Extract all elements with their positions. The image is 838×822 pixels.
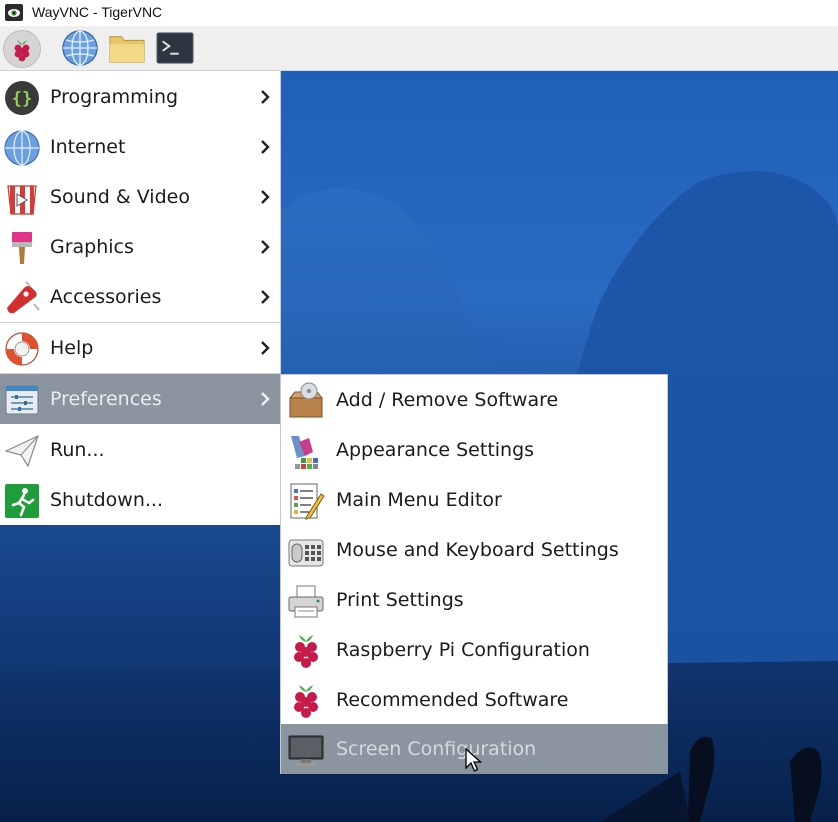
submenu-item-label: Recommended Software: [336, 689, 569, 711]
accessories-icon: [7, 281, 40, 314]
chevron-right-icon: [261, 341, 270, 355]
monitor-icon: [288, 735, 324, 766]
sound-video-icon: [7, 185, 37, 215]
submenu-item-add-remove-software[interactable]: Add / Remove Software: [281, 375, 668, 425]
package-icon: [288, 382, 324, 418]
menu-item-label: Preferences: [50, 388, 162, 410]
submenu-item-main-menu-editor[interactable]: Main Menu Editor: [281, 475, 668, 525]
menu-item-label: Accessories: [50, 286, 162, 308]
menu-item-label: Graphics: [50, 236, 134, 258]
chevron-right-icon: [261, 290, 270, 304]
paper-plane-icon: [4, 434, 40, 468]
submenu-item-appearance-settings[interactable]: Appearance Settings: [281, 425, 668, 475]
submenu-item-raspberry-pi-configuration[interactable]: Raspberry Pi Configuration: [281, 625, 668, 675]
menu-item-preferences[interactable]: Preferences: [0, 374, 280, 424]
mouse-keyboard-icon: [288, 539, 324, 567]
taskbar-panel: [0, 26, 838, 71]
window-title: WayVNC - TigerVNC: [32, 4, 163, 20]
chevron-right-icon: [261, 90, 270, 104]
menu-item-label: Shutdown...: [50, 489, 163, 511]
printer-icon: [288, 585, 324, 618]
menu-item-label: Internet: [50, 136, 126, 158]
submenu-item-label: Raspberry Pi Configuration: [336, 639, 590, 661]
window-titlebar: WayVNC - TigerVNC: [0, 0, 838, 26]
submenu-item-label: Appearance Settings: [336, 439, 535, 461]
menu-item-label: Programming: [50, 86, 179, 108]
submenu-item-label: Add / Remove Software: [336, 389, 559, 411]
submenu-item-mouse-keyboard-settings[interactable]: Mouse and Keyboard Settings: [281, 525, 668, 575]
mouse-cursor-icon: [465, 748, 483, 772]
exit-icon: [5, 484, 39, 518]
menu-item-shutdown[interactable]: Shutdown...: [0, 475, 280, 525]
main-menu: {} Programming Internet Sound & Video Gr…: [0, 71, 281, 525]
submenu-item-print-settings[interactable]: Print Settings: [281, 575, 668, 625]
menu-item-accessories[interactable]: Accessories: [0, 272, 280, 322]
menu-editor-icon: [290, 483, 325, 520]
menu-item-internet[interactable]: Internet: [0, 122, 280, 172]
preferences-submenu: Add / Remove Software Appearance Setting…: [280, 374, 668, 774]
chevron-right-icon: [261, 240, 270, 254]
menu-item-programming[interactable]: {} Programming: [0, 72, 280, 122]
programming-icon: {}: [5, 81, 39, 115]
file-manager-launcher[interactable]: [108, 29, 146, 67]
tigervnc-icon: [5, 4, 23, 21]
submenu-item-recommended-software[interactable]: Recommended Software: [281, 675, 668, 725]
appearance-icon: [291, 436, 318, 469]
chevron-right-icon: [261, 392, 270, 406]
folder-icon: [109, 36, 145, 63]
submenu-item-label: Screen Configuration: [336, 738, 537, 760]
chevron-right-icon: [261, 140, 270, 154]
raspberry-icon: [294, 685, 318, 718]
globe-icon: [62, 30, 98, 66]
svg-text:{}: {}: [12, 89, 32, 109]
submenu-item-label: Print Settings: [336, 589, 464, 611]
web-browser-launcher[interactable]: [61, 29, 99, 67]
menu-item-graphics[interactable]: Graphics: [0, 222, 280, 272]
terminal-launcher[interactable]: [156, 29, 194, 67]
terminal-icon: [156, 32, 194, 64]
menu-item-label: Sound & Video: [50, 186, 190, 208]
menu-item-sound-video[interactable]: Sound & Video: [0, 172, 280, 222]
preferences-icon: [5, 385, 39, 415]
raspberry-icon: [294, 635, 318, 668]
submenu-item-label: Main Menu Editor: [336, 489, 502, 511]
lifebuoy-icon: [5, 332, 39, 366]
menu-item-help[interactable]: Help: [0, 323, 280, 373]
applications-menu-button[interactable]: [3, 30, 41, 68]
raspberry-icon: [14, 40, 30, 62]
paintbrush-icon: [12, 232, 32, 264]
menu-item-run[interactable]: Run...: [0, 425, 280, 475]
menu-item-label: Help: [50, 337, 94, 359]
submenu-item-label: Mouse and Keyboard Settings: [336, 539, 619, 561]
chevron-right-icon: [261, 190, 270, 204]
globe-icon: [4, 130, 40, 166]
menu-item-label: Run...: [50, 439, 105, 461]
